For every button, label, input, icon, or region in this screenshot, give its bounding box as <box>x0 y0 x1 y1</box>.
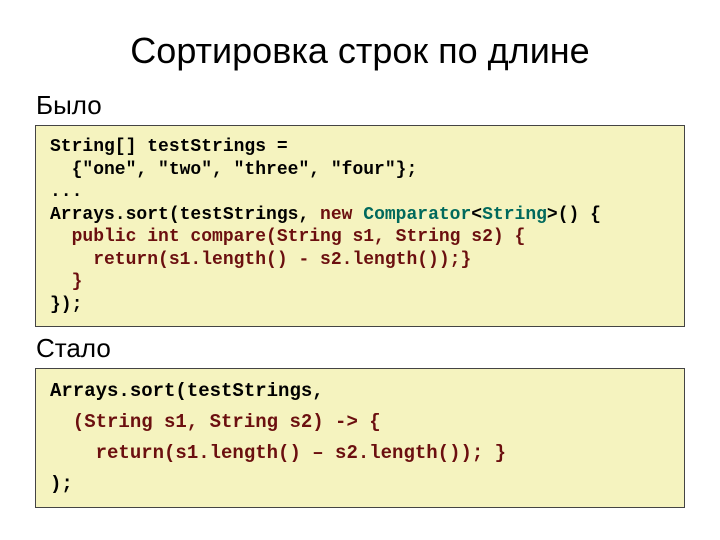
keyword-new: new <box>320 205 363 225</box>
slide: Сортировка строк по длине Было String[] … <box>0 0 720 540</box>
type-string: String <box>482 205 547 225</box>
code-line: }); <box>50 295 82 315</box>
code-line: ); <box>50 474 670 495</box>
angle-close: > <box>547 205 558 225</box>
code-line: } <box>50 272 82 292</box>
after-label: Стало <box>36 333 690 364</box>
slide-title: Сортировка строк по длине <box>30 30 690 72</box>
code-line: return(s1.length() - s2.length());} <box>50 250 471 270</box>
type-comparator: Comparator <box>363 205 471 225</box>
code-line: String[] testStrings = <box>50 137 288 157</box>
code-line: ... <box>50 182 82 202</box>
code-tail: () { <box>558 205 601 225</box>
code-before-box: String[] testStrings = {"one", "two", "t… <box>35 125 685 327</box>
before-label: Было <box>36 90 690 121</box>
code-line: Arrays.sort(testStrings, <box>50 205 320 225</box>
angle-open: < <box>471 205 482 225</box>
code-line: return(s1.length() – s2.length()); } <box>50 443 670 464</box>
code-line: public int compare(String s1, String s2)… <box>50 227 525 247</box>
code-line: Arrays.sort(testStrings, <box>50 381 670 402</box>
code-line: (String s1, String s2) -> { <box>50 412 670 433</box>
code-after-box: Arrays.sort(testStrings, (String s1, Str… <box>35 368 685 508</box>
code-line: {"one", "two", "three", "four"}; <box>50 160 417 180</box>
code-before: String[] testStrings = {"one", "two", "t… <box>50 136 670 316</box>
